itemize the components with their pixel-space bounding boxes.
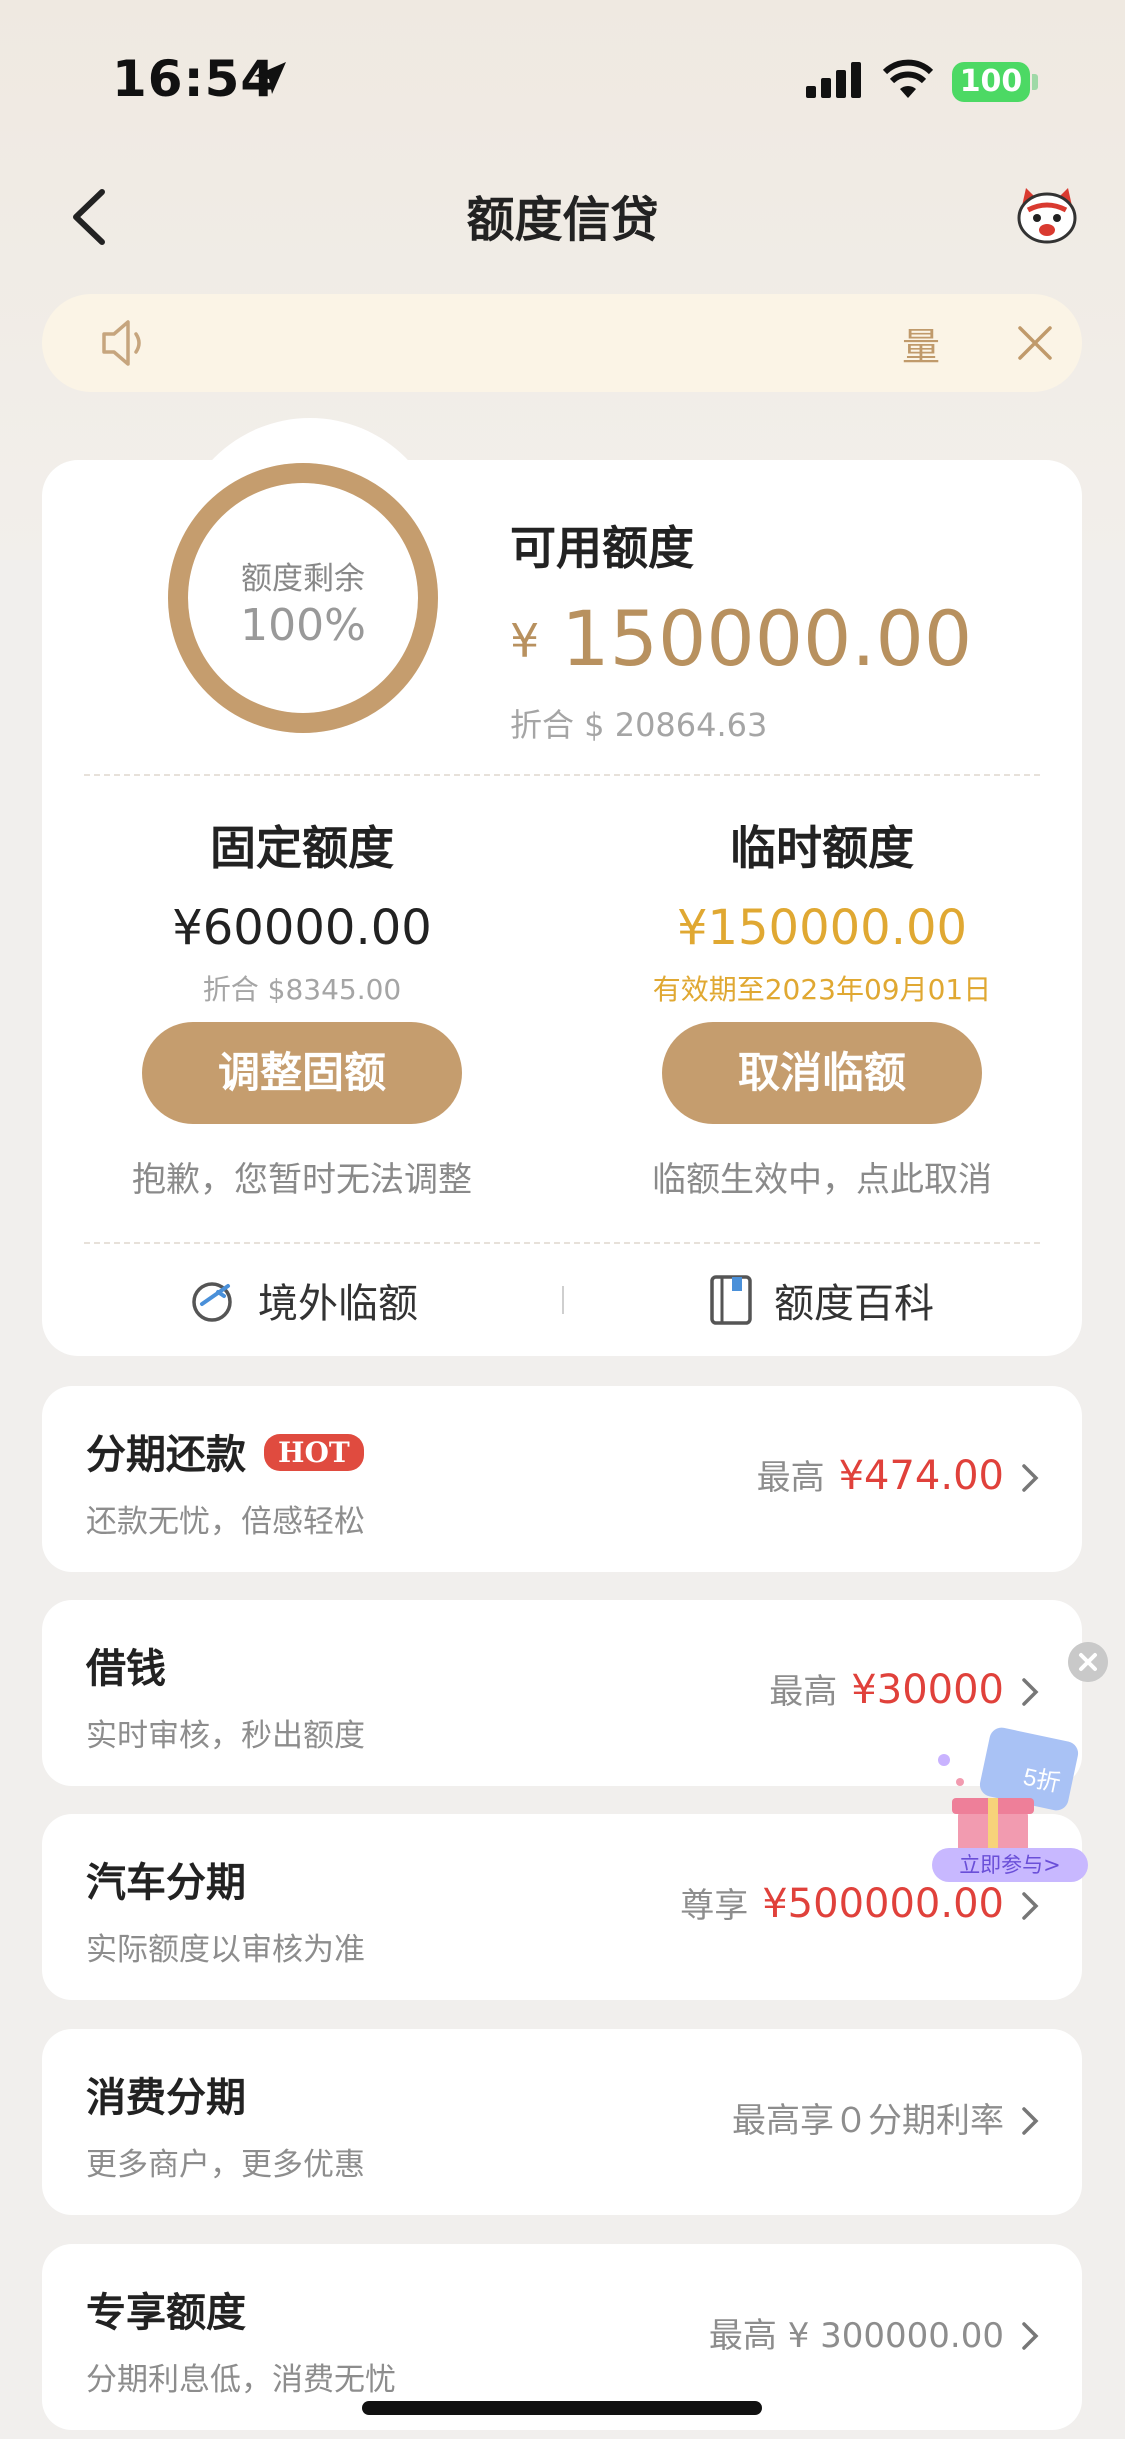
temporary-credit-title: 临时额度 bbox=[730, 821, 914, 875]
temporary-credit-expiry: 有效期至2023年09月01日 bbox=[652, 973, 992, 1006]
service-item-borrow[interactable]: 借钱 实时审核，秒出额度 最高 ¥30000 bbox=[42, 1600, 1082, 1786]
service-item-consumer-installment[interactable]: 消费分期 更多商户，更多优惠 最高享０分期利率 bbox=[42, 2029, 1082, 2215]
chevron-right-icon bbox=[1022, 2322, 1039, 2350]
cellular-signal-icon bbox=[806, 62, 861, 98]
fixed-credit: 固定额度 ¥60000.00 折合 $8345.00 bbox=[92, 812, 512, 1008]
overseas-temp-credit-label: 境外临额 bbox=[258, 1281, 418, 1327]
service-title: 借钱 bbox=[86, 1646, 166, 1692]
hot-badge: HOT bbox=[264, 1434, 364, 1471]
plane-globe-icon bbox=[192, 1282, 232, 1322]
adjust-fixed-button[interactable]: 调整固额 bbox=[142, 1022, 462, 1124]
service-right: 最高享０分期利率 bbox=[732, 2093, 1004, 2142]
temporary-credit-tip[interactable]: 临额生效中，点此取消 bbox=[612, 1152, 1032, 1201]
fixed-credit-title: 固定额度 bbox=[210, 821, 394, 875]
remaining-ring bbox=[168, 463, 438, 733]
service-item-installment-repay[interactable]: 分期还款 HOT 还款无忧，倍感轻松 最高 ¥474.00 bbox=[42, 1386, 1082, 1572]
fixed-credit-tip: 抱歉，您暂时无法调整 bbox=[132, 1160, 472, 1200]
notice-text: 量 bbox=[902, 325, 941, 369]
currency-symbol: ¥ bbox=[510, 614, 540, 668]
service-prefix: 尊享 bbox=[680, 1886, 749, 1926]
service-subtitle: 还款无忧，倍感轻松 bbox=[86, 1504, 365, 1540]
chevron-right-icon bbox=[1022, 1464, 1039, 1492]
speaker-icon bbox=[102, 320, 141, 366]
ring-value: 100% bbox=[240, 600, 366, 651]
notice-bar[interactable]: 量 bbox=[42, 294, 1082, 392]
service-right: 最高 ¥ 300000.00 bbox=[709, 2308, 1004, 2357]
service-title: 分期还款 HOT bbox=[86, 1422, 364, 1480]
service-prefix: 最高 bbox=[756, 1458, 825, 1498]
service-subtitle: 更多商户，更多优惠 bbox=[86, 2147, 365, 2183]
chevron-right-icon bbox=[1022, 2107, 1039, 2135]
service-right: 最高 ¥474.00 bbox=[757, 1450, 1004, 1499]
battery-tip bbox=[1032, 74, 1038, 90]
temporary-credit-amount: ¥150000.00 bbox=[676, 900, 968, 956]
fixed-credit-converted: 折合 $8345.00 bbox=[202, 973, 402, 1006]
available-converted: 折合 $ 20864.63 bbox=[510, 706, 768, 744]
service-title: 专享额度 bbox=[86, 2290, 246, 2336]
service-title: 消费分期 bbox=[86, 2075, 246, 2121]
service-title: 汽车分期 bbox=[86, 1860, 246, 1906]
fixed-credit-amount: ¥60000.00 bbox=[172, 900, 432, 956]
credit-encyclopedia-label: 额度百科 bbox=[774, 1281, 934, 1327]
service-subtitle: 实际额度以审核为准 bbox=[86, 1932, 365, 1968]
service-subtitle: 分期利息低，消费无忧 bbox=[86, 2362, 396, 2398]
service-prefix: 最高 bbox=[769, 1672, 838, 1712]
available-amount-value: 150000.00 bbox=[561, 594, 973, 683]
chevron-right-icon bbox=[1022, 1678, 1039, 1706]
promo-cta-button[interactable]: 立即参与> bbox=[932, 1848, 1088, 1882]
divider bbox=[84, 774, 1040, 776]
home-indicator[interactable] bbox=[362, 2401, 762, 2415]
service-prefix: 最高 ¥ 300000.00 bbox=[708, 2316, 1004, 2356]
temporary-credit: 临时额度 ¥150000.00 有效期至2023年09月01日 bbox=[612, 812, 1032, 1008]
divider bbox=[84, 1242, 1040, 1244]
available-credit-label: 可用额度 bbox=[510, 521, 694, 575]
battery-indicator: 100 bbox=[952, 62, 1030, 102]
book-icon bbox=[710, 1275, 752, 1325]
page-title: 额度信贷 bbox=[466, 192, 659, 248]
shortcut-separator bbox=[562, 1286, 564, 1314]
available-credit-amount: ¥150000.00 bbox=[510, 594, 972, 683]
chevron-right-icon bbox=[1022, 1892, 1039, 1920]
cancel-temporary-button[interactable]: 取消临额 bbox=[662, 1022, 982, 1124]
close-icon[interactable] bbox=[1010, 318, 1060, 368]
service-amount: ¥474.00 bbox=[838, 1453, 1004, 1499]
service-title-text: 分期还款 bbox=[86, 1432, 246, 1478]
service-prefix: 最高享０分期利率 bbox=[732, 2101, 1004, 2141]
credit-encyclopedia-link[interactable]: 额度百科 bbox=[706, 1270, 934, 1330]
assistant-mascot-icon[interactable] bbox=[1012, 186, 1082, 246]
ring-label: 额度剩余 bbox=[241, 561, 365, 597]
overseas-temp-credit-link[interactable]: 境外临额 bbox=[188, 1270, 418, 1330]
status-bar: 16:54 100 bbox=[0, 0, 1125, 160]
location-arrow-icon bbox=[254, 62, 286, 94]
service-right: 最高 ¥30000 bbox=[769, 1664, 1004, 1713]
service-subtitle: 实时审核，秒出额度 bbox=[86, 1718, 365, 1754]
service-item-car-installment[interactable]: 汽车分期 实际额度以审核为准 尊享 ¥500000.00 bbox=[42, 1814, 1082, 2000]
wifi-icon bbox=[882, 59, 934, 98]
promo-close-icon[interactable] bbox=[1068, 1642, 1108, 1682]
service-amount: ¥30000 bbox=[851, 1667, 1004, 1713]
